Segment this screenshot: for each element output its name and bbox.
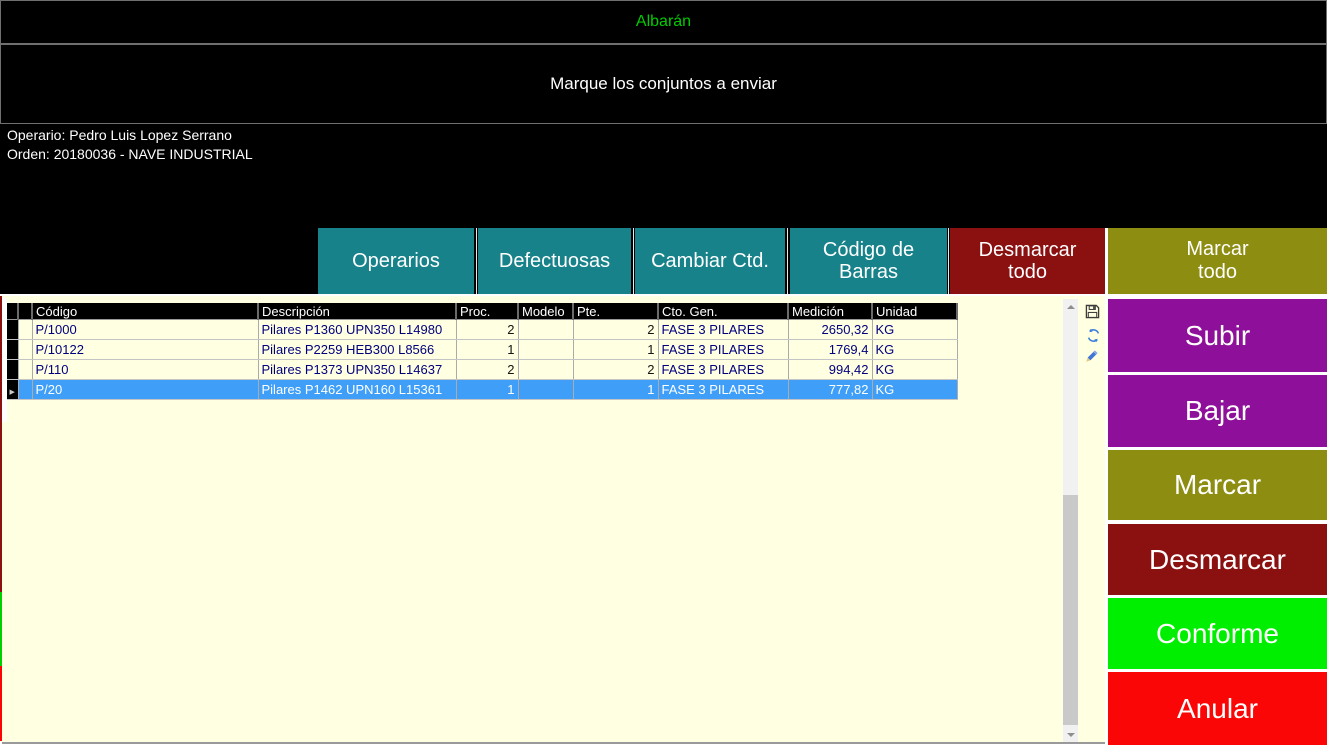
mark-cell[interactable] xyxy=(18,360,32,380)
cell-cto-gen[interactable]: FASE 3 PILARES xyxy=(658,360,788,380)
row-indicator-cell xyxy=(7,360,18,380)
cell-codigo[interactable]: P/10122 xyxy=(32,340,258,360)
cell-codigo[interactable]: P/110 xyxy=(32,360,258,380)
anular-button[interactable]: Anular xyxy=(1108,672,1327,745)
left-edge-strip-red xyxy=(0,666,2,741)
desmarcar-todo-label-line2: todo xyxy=(1008,261,1047,283)
row-indicator-cell: ▶ xyxy=(7,380,18,400)
mark-column-header xyxy=(18,303,32,320)
grid-panel-bottom-border xyxy=(2,742,1105,744)
refresh-icon[interactable] xyxy=(1084,326,1102,344)
window-title: Albarán xyxy=(636,13,691,31)
conforme-button[interactable]: Conforme xyxy=(1108,598,1327,669)
cell-descripcion[interactable]: Pilares P1373 UPN350 L14637 xyxy=(258,360,456,380)
scrollbar-thumb[interactable] xyxy=(1063,495,1078,725)
cell-cto-gen[interactable]: FASE 3 PILARES xyxy=(658,340,788,360)
toolbar-divider xyxy=(948,228,949,294)
cell-unidad[interactable]: KG xyxy=(872,380,957,400)
operarios-button[interactable]: Operarios xyxy=(318,228,474,294)
column-header-pte: Pte. xyxy=(573,303,658,320)
operator-line: Operario: Pedro Luis Lopez Serrano xyxy=(7,126,253,145)
cambiar-ctd-button[interactable]: Cambiar Ctd. xyxy=(635,228,785,294)
cell-pte[interactable]: 2 xyxy=(573,360,658,380)
cell-unidad[interactable]: KG xyxy=(872,360,957,380)
row-indicator-cell xyxy=(7,340,18,360)
row-indicator-header xyxy=(7,303,18,320)
cell-codigo[interactable]: P/20 xyxy=(32,380,258,400)
desmarcar-button[interactable]: Desmarcar xyxy=(1108,524,1327,595)
scroll-up-arrow-icon[interactable] xyxy=(1067,305,1075,309)
left-edge-strip-green xyxy=(0,592,2,666)
toolbar-divider xyxy=(633,228,634,294)
cell-proc[interactable]: 1 xyxy=(456,340,518,360)
marcar-todo-label-line2: todo xyxy=(1198,261,1237,284)
cell-medicion[interactable]: 994,42 xyxy=(788,360,872,380)
mark-cell[interactable] xyxy=(18,320,32,340)
marcar-todo-button[interactable]: Marcar todo xyxy=(1108,228,1327,294)
cell-unidad[interactable]: KG xyxy=(872,320,957,340)
cell-cto-gen[interactable]: FASE 3 PILARES xyxy=(658,380,788,400)
row-indicator-cell xyxy=(7,320,18,340)
save-icon[interactable] xyxy=(1083,302,1101,320)
albaran-window: Albarán Marque los conjuntos a enviar Op… xyxy=(0,0,1327,745)
column-header-modelo: Modelo xyxy=(518,303,573,320)
session-info: Operario: Pedro Luis Lopez Serrano Orden… xyxy=(7,126,253,164)
subtitle-panel: Marque los conjuntos a enviar xyxy=(0,44,1327,124)
vertical-scrollbar[interactable] xyxy=(1063,299,1078,742)
order-line: Orden: 20180036 - NAVE INDUSTRIAL xyxy=(7,145,253,164)
mark-cell[interactable] xyxy=(18,380,32,400)
current-row-arrow-icon: ▶ xyxy=(10,389,15,396)
cell-modelo[interactable] xyxy=(518,360,573,380)
desmarcar-todo-button[interactable]: Desmarcar todo xyxy=(950,228,1105,294)
cell-proc[interactable]: 2 xyxy=(456,360,518,380)
side-button-column: Marcar todo Subir Bajar Marcar Desmarcar… xyxy=(1105,228,1327,745)
scroll-down-arrow-icon[interactable] xyxy=(1067,733,1075,737)
marcar-todo-label-line1: Marcar xyxy=(1186,238,1248,261)
grid-header-row: Código Descripción Proc. Modelo Pte. Cto… xyxy=(7,303,957,320)
table-row-selected[interactable]: ▶ P/20 Pilares P1462 UPN160 L15361 1 1 F… xyxy=(7,380,957,400)
column-header-proc: Proc. xyxy=(456,303,518,320)
table-row[interactable]: P/1000 Pilares P1360 UPN350 L14980 2 2 F… xyxy=(7,320,957,340)
cell-pte[interactable]: 2 xyxy=(573,320,658,340)
cell-codigo[interactable]: P/1000 xyxy=(32,320,258,340)
codigo-barras-label-line2: Barras xyxy=(839,261,898,283)
cell-pte[interactable]: 1 xyxy=(573,380,658,400)
toolbar-divider xyxy=(476,228,477,294)
cell-pte[interactable]: 1 xyxy=(573,340,658,360)
mark-cell[interactable] xyxy=(18,340,32,360)
cell-proc[interactable]: 2 xyxy=(456,320,518,340)
column-header-unidad: Unidad xyxy=(872,303,957,320)
left-edge-strip-maroon xyxy=(0,296,2,592)
cell-modelo[interactable] xyxy=(518,320,573,340)
cell-medicion[interactable]: 777,82 xyxy=(788,380,872,400)
desmarcar-todo-label-line1: Desmarcar xyxy=(979,239,1077,261)
cell-medicion[interactable]: 2650,32 xyxy=(788,320,872,340)
column-header-cto-gen: Cto. Gen. xyxy=(658,303,788,320)
cell-unidad[interactable]: KG xyxy=(872,340,957,360)
cell-modelo[interactable] xyxy=(518,340,573,360)
cell-descripcion[interactable]: Pilares P1360 UPN350 L14980 xyxy=(258,320,456,340)
cell-modelo[interactable] xyxy=(518,380,573,400)
column-header-codigo: Código xyxy=(32,303,258,320)
instruction-text: Marque los conjuntos a enviar xyxy=(550,74,777,94)
column-header-medicion: Medición xyxy=(788,303,872,320)
conjuntos-grid: Código Descripción Proc. Modelo Pte. Cto… xyxy=(7,303,958,400)
defectuosas-button[interactable]: Defectuosas xyxy=(478,228,631,294)
subir-button[interactable]: Subir xyxy=(1108,299,1327,372)
table-row[interactable]: P/110 Pilares P1373 UPN350 L14637 2 2 FA… xyxy=(7,360,957,380)
codigo-barras-button[interactable]: Código de Barras xyxy=(790,228,947,294)
cell-descripcion[interactable]: Pilares P2259 HEB300 L8566 xyxy=(258,340,456,360)
cell-proc[interactable]: 1 xyxy=(456,380,518,400)
title-panel: Albarán xyxy=(0,0,1327,44)
table-row[interactable]: P/10122 Pilares P2259 HEB300 L8566 1 1 F… xyxy=(7,340,957,360)
bajar-button[interactable]: Bajar xyxy=(1108,375,1327,447)
cell-descripcion[interactable]: Pilares P1462 UPN160 L15361 xyxy=(258,380,456,400)
edit-pencil-icon[interactable] xyxy=(1082,348,1100,366)
column-header-descripcion: Descripción xyxy=(258,303,456,320)
marcar-button[interactable]: Marcar xyxy=(1108,450,1327,520)
codigo-barras-label-line1: Código de xyxy=(823,239,914,261)
cell-medicion[interactable]: 1769,4 xyxy=(788,340,872,360)
toolbar-divider xyxy=(787,228,788,294)
cell-cto-gen[interactable]: FASE 3 PILARES xyxy=(658,320,788,340)
